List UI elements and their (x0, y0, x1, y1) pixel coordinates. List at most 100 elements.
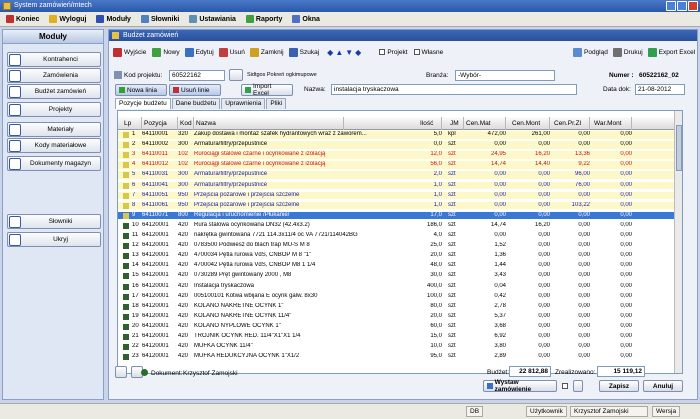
arrow-down-icon[interactable]: ▼ (345, 48, 353, 57)
sidebar-item-0[interactable]: Kontrahenci (7, 52, 101, 67)
table-row[interactable]: 23 64120001 420 MUFKA REDUKCYJNA OCYNK 1"X1… (118, 353, 682, 361)
table-row[interactable]: 7 64110051 950 Przejścia pozarowe i przejśc… (118, 191, 682, 200)
close-button[interactable] (688, 1, 698, 11)
sidebar-item-4[interactable]: Materiały (7, 122, 101, 137)
delete-line-button[interactable]: Usuń linie (169, 84, 221, 96)
arrow-last-icon[interactable]: ◆ (355, 48, 361, 57)
table-row[interactable]: 8 64110061 950 Przejścia pozarowe i przejśc… (118, 201, 682, 210)
tab-1[interactable]: Dane budżetu (171, 98, 221, 109)
column-header[interactable]: Ilość (418, 117, 442, 130)
table-cell: KOLANO NYPLOWE OCYNK 1" (194, 322, 281, 329)
table-cell: 64110031 (142, 171, 169, 178)
minimize-button[interactable] (666, 1, 676, 11)
table-row[interactable]: 11 64120001 420 nakrętka gwintowana 7721 11… (118, 232, 682, 240)
small-action-button[interactable] (573, 380, 583, 392)
table-row[interactable]: 17 64120001 420 005100101 Kotwa wbijana E o… (118, 292, 682, 301)
new-line-button[interactable]: Nowa linia (115, 84, 167, 96)
data-field[interactable]: 21-08-2012 (635, 84, 685, 95)
menu-item-6[interactable]: Okna (290, 15, 322, 23)
table-row[interactable]: 15 64120001 420 0730289 Pręt gwintowany 200… (118, 272, 682, 280)
table-cell: 0,00 (620, 141, 632, 148)
column-header[interactable]: Nazwa (194, 117, 344, 130)
column-header[interactable]: Kod (178, 117, 194, 130)
column-header[interactable]: Cen.Mont (510, 117, 550, 130)
scrollbar-thumb[interactable] (676, 125, 682, 171)
table-cell: 1 (132, 131, 136, 137)
column-header[interactable]: Pozycja (142, 117, 178, 130)
table-cell: 0,00 (620, 242, 632, 249)
column-header[interactable]: JM (448, 117, 464, 130)
tab-2[interactable]: Uprawnienia (221, 98, 266, 109)
table-row[interactable]: 13 64120001 420 4700034 Pętla rurowa VdS, C… (118, 252, 682, 260)
sidebar-item-2[interactable]: Budżet zamówień (7, 84, 101, 99)
nazwa-field[interactable]: instalacja tryskaczowa (331, 84, 577, 95)
arrow-up-icon[interactable]: ▲ (335, 48, 343, 57)
menu-item-3[interactable]: Słowniki (139, 15, 181, 23)
table-cell: 0,04 (494, 282, 506, 289)
menu-item-2[interactable]: Moduły (94, 15, 133, 23)
export-excel-button[interactable]: Export Excel (659, 49, 696, 56)
maximize-button[interactable] (677, 1, 687, 11)
sidebar-item-5[interactable]: Kody materiałowe (7, 138, 101, 153)
table-row[interactable]: 1 64110001 320 Zakup dostawa i montaż szafe… (118, 131, 682, 139)
search-button[interactable]: Szukaj (300, 49, 320, 56)
table-row[interactable]: 9 64110071 800 Regulacja i uruchomienie /Pł… (118, 211, 682, 220)
menu-item-5[interactable]: Raporty (244, 15, 284, 23)
refresh-button[interactable] (115, 366, 127, 378)
data-label: Data dok: (603, 86, 631, 93)
sidebar-item-7[interactable]: Słowniki (7, 214, 101, 229)
save-button[interactable]: Zapisz (599, 380, 639, 392)
table-row[interactable]: 16 64120001 420 Instalacja tryskaczowa 400,0… (118, 282, 682, 290)
tab-0[interactable]: Pozycje budżetu (115, 98, 171, 109)
table-cell: 420 (178, 333, 189, 339)
table-cell: 0,42 (494, 292, 506, 299)
sidebar-item-3[interactable]: Projekty (7, 102, 101, 117)
branza-select[interactable]: -Wybór- (455, 70, 555, 81)
kod-lookup-button[interactable] (229, 69, 243, 81)
table-row[interactable]: 12 64120001 420 0783500 Podwiesz do blach t… (118, 242, 682, 250)
table-row[interactable]: 21 64120001 420 TRÓJNIK OCYNK RED. 11/4"X1"… (118, 333, 682, 341)
import-excel-button[interactable]: Import Excel (241, 83, 293, 97)
table-row[interactable]: 6 64110041 300 Armatura/filtry/przepustnice… (118, 181, 682, 189)
table-row[interactable]: 4 64110012 102 Rurociągi stalowe czarne i o… (118, 161, 682, 169)
column-header[interactable]: Lp (122, 117, 142, 130)
projekt-checkbox[interactable] (379, 49, 386, 55)
menu-item-1[interactable]: Wyloguj (47, 15, 88, 23)
menu-label: Raporty (255, 15, 283, 23)
edit-icon (184, 47, 194, 57)
table-cell: 0,00 (578, 252, 590, 259)
edit-button[interactable]: Edytuj (196, 49, 214, 56)
table-row[interactable]: 20 64120001 420 KOLANO NYPLOWE OCYNK 1" 60,0… (118, 322, 682, 331)
option-checkbox[interactable] (562, 383, 568, 389)
new-button[interactable]: Nowy (163, 49, 179, 56)
grid-scrollbar[interactable] (674, 111, 682, 373)
sidebar-item-8[interactable]: Ukryj (7, 232, 101, 247)
sidebar-item-6[interactable]: Dokumenty magazyn (7, 156, 101, 171)
table-row[interactable]: 22 64120001 420 MUFKA OCYNK 11/4" 10,0 szt 3,8… (118, 343, 682, 351)
menu-item-0[interactable]: Koniec (4, 15, 41, 23)
cancel-button[interactable]: Anuluj (643, 380, 683, 392)
column-header[interactable]: Cen.Pr.Zl (552, 117, 590, 130)
table-row[interactable]: 2 64110002 300 Armatura/filtry/przepustnice… (118, 141, 682, 149)
table-row[interactable]: 18 64120001 420 KOLANO NAKRETNE OCYNK 1" 80,… (118, 302, 682, 311)
preview-button[interactable]: Podgląd (584, 49, 608, 56)
kod-field[interactable]: 60522162 (169, 70, 225, 81)
exit-button[interactable]: Wyjście (124, 49, 146, 56)
wlasne-checkbox[interactable] (413, 49, 420, 55)
table-row[interactable]: 5 64110031 300 Armatura/filtry/przepustnice… (118, 171, 682, 179)
close-doc-button[interactable]: Zamknij (261, 49, 284, 56)
table-row[interactable]: 19 64120001 420 KOLANO NAKRETNE OCYNK 11/4"… (118, 312, 682, 321)
column-header[interactable]: War.Mont (592, 117, 632, 130)
delete-button[interactable]: Usuń (230, 49, 245, 56)
column-header[interactable]: Cen.Mat (464, 117, 506, 130)
table-row[interactable]: 10 64120001 420 Rura stalowa ocynkowana DN3… (118, 221, 682, 230)
table-row[interactable]: 3 64110011 102 Rurociągi stalowe czarne i o… (118, 151, 682, 159)
table-row[interactable]: 14 64120001 420 4700042 Pętla rurowa VdS, C… (118, 262, 682, 270)
sidebar-item-1[interactable]: Zamówienia (7, 68, 101, 83)
tab-3[interactable]: Pliki (266, 98, 287, 109)
wystaw-zamowienie-button[interactable]: Wystaw zamówienie (483, 379, 557, 393)
menu-item-4[interactable]: Ustawiania (187, 15, 238, 23)
table-cell: 14,74 (490, 161, 506, 168)
arrow-first-icon[interactable]: ◆ (327, 48, 333, 57)
print-button[interactable]: Drukuj (624, 49, 643, 56)
